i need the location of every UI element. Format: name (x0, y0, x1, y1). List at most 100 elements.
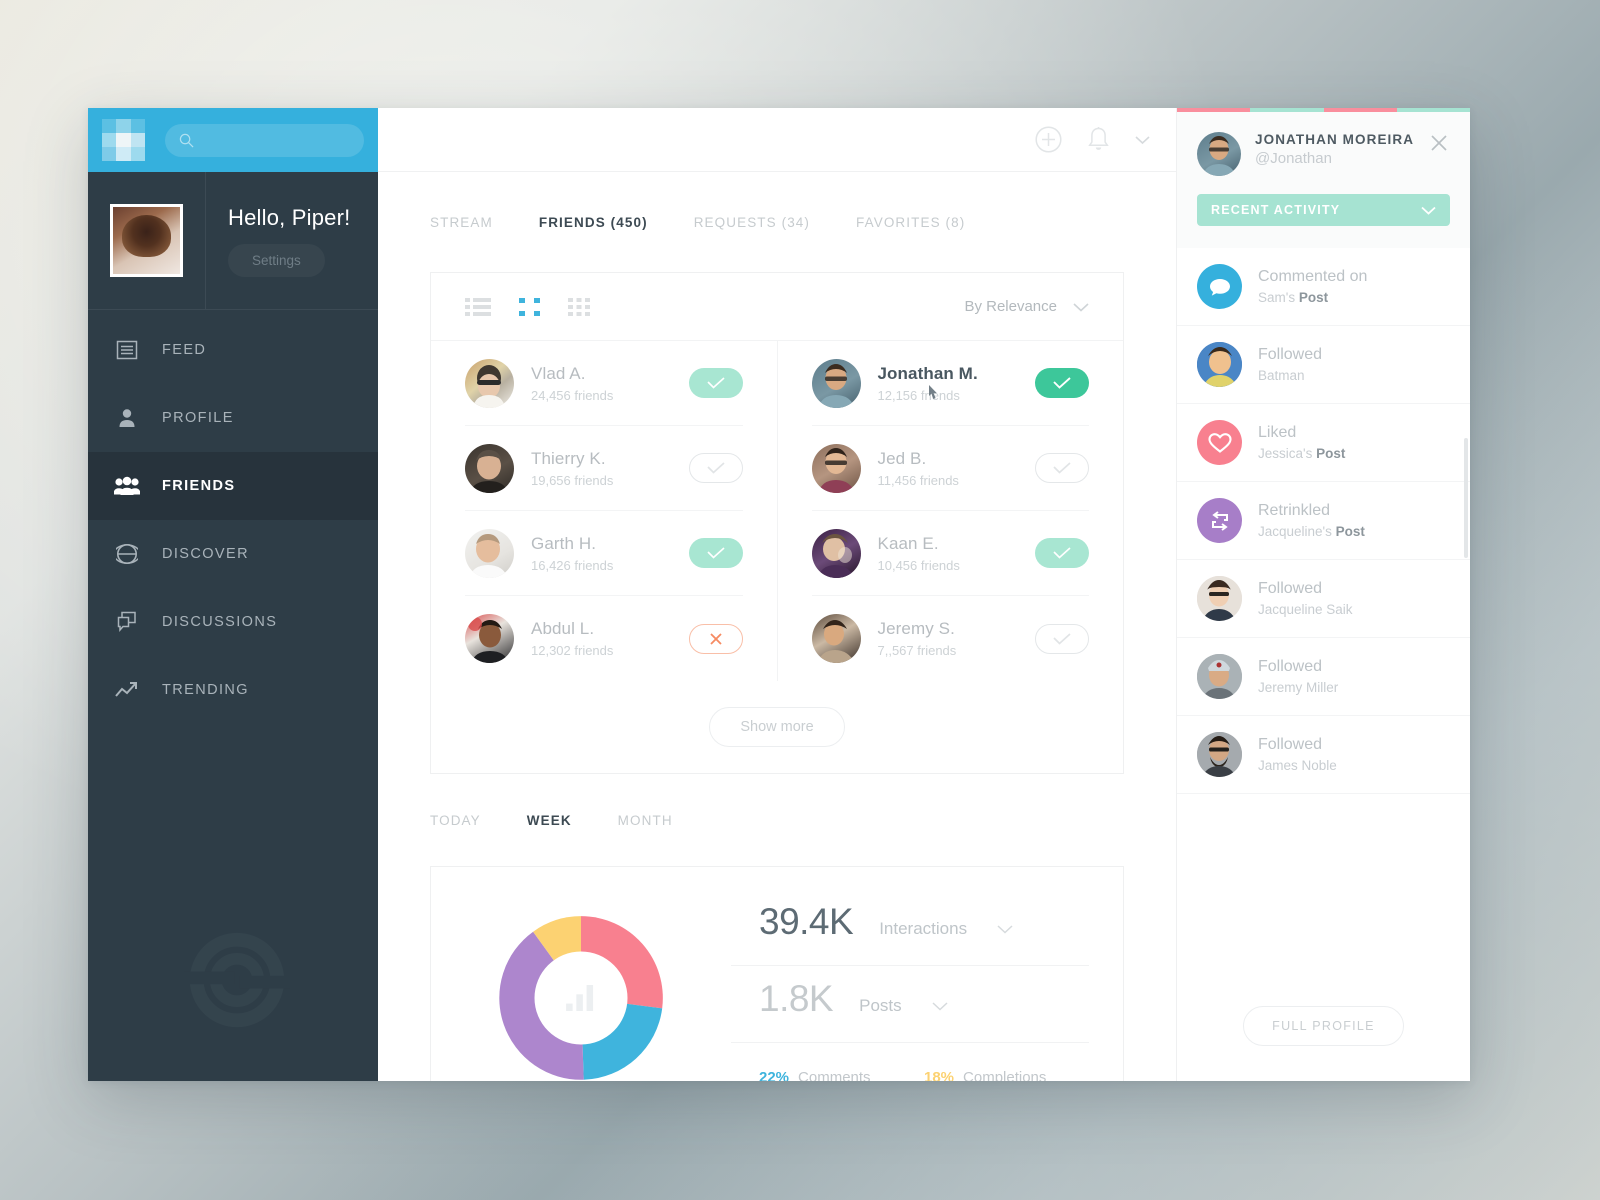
avatar-cell (88, 172, 206, 309)
friend-toggle-button[interactable] (688, 538, 743, 568)
list-item[interactable]: Followed James Noble (1177, 716, 1470, 794)
grid-two-view-icon[interactable] (519, 297, 540, 317)
table-row[interactable]: Jeremy S. 7,,567 friends (811, 596, 1089, 681)
friend-toggle-button[interactable] (1035, 623, 1089, 654)
friend-toggle-button[interactable] (1035, 538, 1089, 568)
cursor-pointer-icon (928, 385, 937, 399)
list-item[interactable]: Followed Jacqueline Saik (1177, 560, 1470, 638)
check-icon (1053, 632, 1071, 645)
table-row[interactable]: Kaan E. 10,456 friends (811, 511, 1089, 596)
sidebar-item-discover[interactable]: DISCOVER (88, 520, 378, 588)
legend-item-completions: 18% Completions (924, 1069, 1089, 1081)
show-more-button[interactable]: Show more (709, 707, 845, 747)
activity-title: Liked (1258, 424, 1297, 441)
check-icon (1053, 462, 1071, 474)
friend-toggle-button[interactable] (688, 368, 743, 398)
check-icon (1053, 377, 1071, 389)
heart-icon (1197, 420, 1242, 465)
activity-owner: Jacqueline Saik (1258, 602, 1353, 617)
chevron-down-icon[interactable] (997, 921, 1013, 939)
plus-circle-icon[interactable] (1035, 126, 1062, 153)
avatar (465, 614, 514, 663)
activity-filter-select[interactable]: RECENT ACTIVITY (1197, 194, 1450, 226)
tab-friends[interactable]: FRIENDS (450) (539, 215, 648, 230)
activity-text: Followed Jeremy Miller (1242, 658, 1338, 695)
tab-today[interactable]: TODAY (430, 813, 481, 828)
avatar[interactable] (110, 204, 183, 277)
chevron-down-icon (1421, 206, 1436, 215)
avatar (465, 528, 514, 578)
tab-month[interactable]: MONTH (618, 813, 673, 828)
stat-value: 1.8K (759, 978, 834, 1019)
main-area: STREAM FRIENDS (450) REQUESTS (34) FAVOR… (378, 108, 1470, 1081)
center-column: STREAM FRIENDS (450) REQUESTS (34) FAVOR… (378, 108, 1176, 1081)
legend-pct: 22% (759, 1069, 790, 1081)
friend-toggle-button[interactable] (1035, 453, 1089, 483)
activity-title: Followed (1258, 346, 1323, 363)
activity-object: Post (1298, 290, 1329, 305)
checker-logo[interactable] (102, 118, 145, 162)
sidebar: Hello, Piper! Settings FEED PROFILE FRIE… (88, 108, 378, 1081)
jacqueline-avatar (1197, 576, 1242, 621)
tab-favorites[interactable]: FAVORITES (8) (856, 215, 965, 230)
retrinkle-icon (1197, 498, 1242, 543)
list-item[interactable]: Liked Jessica's Post (1177, 404, 1470, 482)
search-icon (179, 133, 194, 147)
activity-subtitle: Batman (1258, 368, 1322, 383)
comment-icon (1197, 264, 1242, 309)
list-item[interactable]: Followed Batman (1177, 326, 1470, 404)
activity-owner: Batman (1258, 368, 1305, 383)
chevron-down-icon[interactable] (932, 998, 948, 1016)
chat-icon (114, 609, 140, 635)
select-label: RECENT ACTIVITY (1211, 203, 1341, 217)
search-input[interactable] (203, 132, 350, 148)
table-row[interactable]: Abdul L. 12,302 friends (465, 596, 743, 681)
chevron-down-icon[interactable] (1135, 135, 1150, 145)
sidebar-item-friends[interactable]: FRIENDS (88, 452, 378, 520)
check-icon (706, 547, 725, 559)
full-profile-button[interactable]: FULL PROFILE (1243, 1006, 1404, 1046)
close-icon[interactable] (1430, 134, 1450, 154)
friend-name: Jeremy S. (877, 619, 955, 638)
friend-toggle-button[interactable] (688, 453, 743, 483)
profile-name: JONATHAN MOREIRA (1255, 132, 1415, 147)
view-toggle-group (465, 297, 590, 317)
close-icon (709, 632, 722, 645)
list-item[interactable]: Retrinkled Jacqueline's Post (1177, 482, 1470, 560)
list-item[interactable]: Commented on Sam's Post (1177, 248, 1470, 326)
sidebar-item-label: TRENDING (162, 682, 249, 698)
tab-requests[interactable]: REQUESTS (34) (694, 215, 810, 230)
friends-column-left: Vlad A. 24,456 friends Thierry K. 19,656… (431, 341, 778, 681)
friend-toggle-button[interactable] (1035, 368, 1089, 398)
table-row[interactable]: Garth H. 16,426 friends (465, 511, 743, 596)
activity-subtitle: Jeremy Miller (1258, 680, 1338, 695)
bell-icon[interactable] (1086, 126, 1111, 153)
table-row[interactable]: Jed B. 11,456 friends (811, 426, 1089, 511)
profile-icon (114, 405, 140, 431)
friend-meta: Jonathan M. 12,156 friends (861, 364, 1036, 403)
friend-toggle-button[interactable] (688, 623, 743, 654)
friend-name: Kaan E. (877, 533, 939, 553)
table-row[interactable]: Thierry K. 19,656 friends (465, 426, 743, 511)
grid-three-view-icon[interactable] (568, 297, 590, 317)
tab-stream[interactable]: STREAM (430, 215, 493, 230)
friend-count: 16,426 friends (531, 557, 614, 573)
sort-dropdown[interactable]: By Relevance (964, 298, 1089, 315)
avatar[interactable] (1197, 132, 1241, 176)
check-icon (706, 462, 725, 474)
sidebar-item-trending[interactable]: TRENDING (88, 656, 378, 724)
panel-scrollbar[interactable] (1464, 438, 1468, 558)
list-view-icon[interactable] (465, 297, 491, 317)
sidebar-item-feed[interactable]: FEED (88, 316, 378, 384)
search-bar[interactable] (165, 123, 364, 157)
check-icon (706, 377, 725, 389)
table-row[interactable]: Jonathan M. 12,156 friends (811, 341, 1089, 426)
table-row[interactable]: Vlad A. 24,456 friends (465, 341, 743, 426)
tab-week[interactable]: WEEK (527, 813, 572, 828)
friend-meta: Thierry K. 19,656 friends (514, 449, 689, 488)
list-item[interactable]: Followed Jeremy Miller (1177, 638, 1470, 716)
friend-name: Thierry K. (531, 448, 606, 468)
sidebar-item-discussions[interactable]: DISCUSSIONS (88, 588, 378, 656)
settings-button[interactable]: Settings (228, 243, 325, 277)
sidebar-item-profile[interactable]: PROFILE (88, 384, 378, 452)
